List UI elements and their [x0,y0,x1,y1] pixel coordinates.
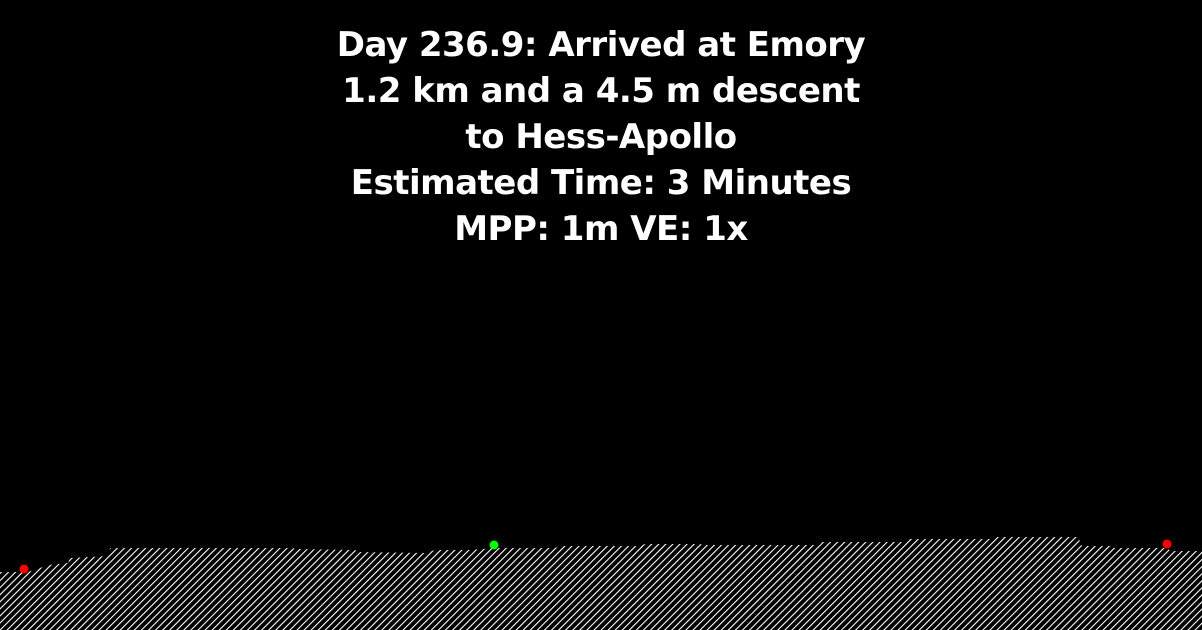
destination-marker [1162,539,1172,549]
current-position-marker [489,540,499,550]
terrain-surface [0,537,1202,630]
terrain-profile [0,537,1202,630]
traverse-view: Day 236.9: Arrived at Emory 1.2 km and a… [0,0,1202,630]
start-point-marker [19,564,29,574]
